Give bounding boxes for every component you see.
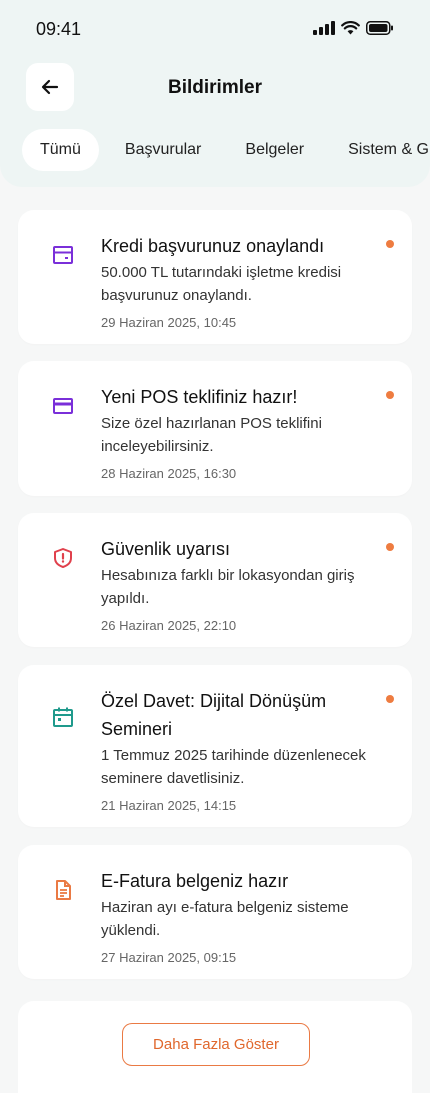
notification-date: 28 Haziran 2025, 16:30 (101, 466, 237, 481)
notification-card[interactable]: Güvenlik uyarısı Hesabınıza farklı bir l… (18, 513, 412, 647)
notification-title: Güvenlik uyarısı (101, 539, 231, 559)
notification-date: 26 Haziran 2025, 22:10 (101, 618, 237, 633)
notification-title: Kredi başvurunuz onaylandı (101, 236, 325, 256)
load-more-button[interactable]: Daha Fazla Göster (122, 1023, 310, 1066)
signal-icon (313, 21, 335, 35)
pos-card-icon (53, 398, 73, 414)
notification-message: Hesabınıza farklı bir lokasyondan giriş … (101, 567, 355, 607)
notification-date: 21 Haziran 2025, 14:15 (101, 798, 237, 813)
unread-dot (386, 240, 394, 248)
tab-applications[interactable]: Başvurular (107, 129, 219, 171)
header-panel: 09:41 Bildirimler Tümü Başvurular Belgeler… (0, 0, 430, 187)
notification-message: Size özel hazırlanan POS teklifini incel… (101, 415, 322, 455)
notification-message: 50.000 TL tutarındaki işletme kredisi ba… (101, 264, 342, 304)
notification-card[interactable]: Kredi başvurunuz onaylandı 50.000 TL tut… (18, 210, 412, 344)
load-more-panel: Daha Fazla Göster (18, 1001, 412, 1093)
status-icons (313, 21, 394, 35)
credit-card-icon (53, 246, 73, 264)
page-title: Bildirimler (168, 77, 262, 98)
filter-tabs: Tümü Başvurular Belgeler Sistem & G (22, 129, 430, 171)
calendar-icon (53, 707, 73, 727)
tab-system[interactable]: Sistem & G (330, 129, 430, 171)
document-icon (56, 880, 71, 900)
tab-all[interactable]: Tümü (22, 129, 99, 171)
notification-card[interactable]: Özel Davet: Dijital Dönüşüm Semineri 1 T… (18, 665, 412, 827)
notification-card[interactable]: Yeni POS teklifiniz hazır! Size özel haz… (18, 361, 412, 496)
notification-title: Özel Davet: Dijital Dönüşüm Semineri (101, 691, 327, 739)
notification-date: 29 Haziran 2025, 10:45 (101, 315, 237, 330)
notification-message: Haziran ayı e-fatura belgeniz sisteme yü… (101, 899, 349, 939)
notification-title: Yeni POS teklifiniz hazır! (101, 387, 298, 407)
tab-documents[interactable]: Belgeler (227, 129, 322, 171)
notification-message: 1 Temmuz 2025 tarihinde düzenlenecek sem… (101, 747, 366, 787)
wifi-icon (341, 21, 360, 35)
unread-dot (386, 695, 394, 703)
battery-icon (366, 21, 393, 35)
shield-alert-icon (54, 548, 72, 568)
notification-title: E-Fatura belgeniz hazır (101, 871, 289, 891)
notification-card[interactable]: E-Fatura belgeniz hazır Haziran ayı e-fa… (18, 845, 412, 979)
unread-dot (386, 543, 394, 551)
status-time: 09:41 (36, 19, 82, 39)
unread-dot (386, 391, 394, 399)
notification-date: 27 Haziran 2025, 09:15 (101, 950, 237, 965)
